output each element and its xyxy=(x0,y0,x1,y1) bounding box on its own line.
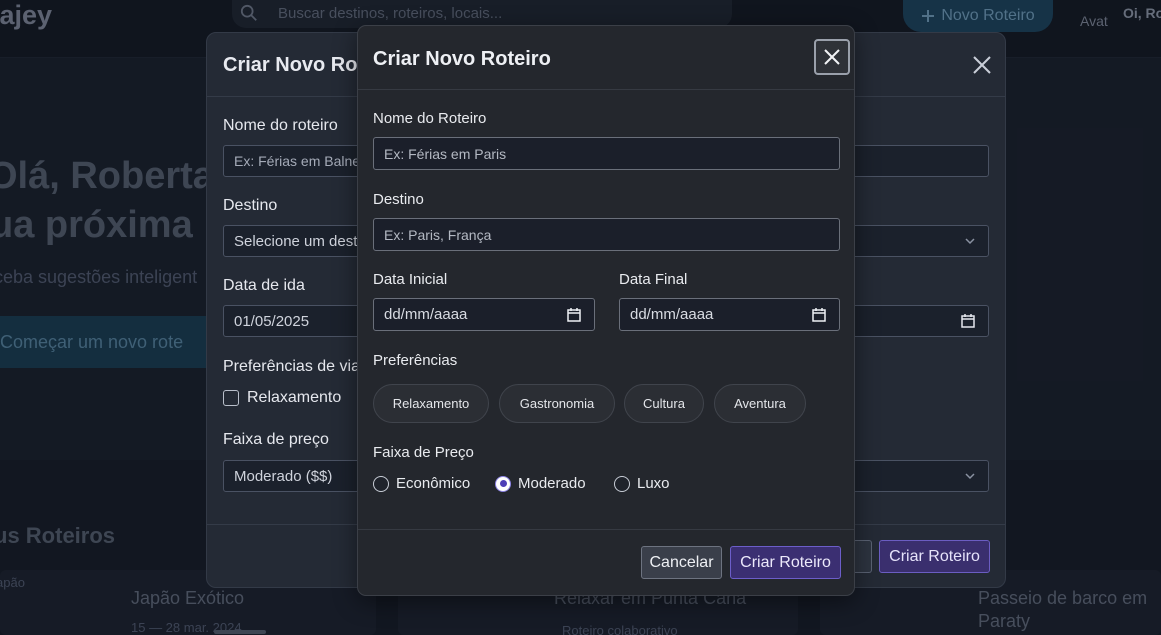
close-icon xyxy=(824,49,840,65)
start-date-input[interactable]: dd/mm/aaaa xyxy=(373,298,595,331)
end-date-label: Data Final xyxy=(619,271,688,288)
end-date-input[interactable]: dd/mm/aaaa xyxy=(619,298,840,331)
pref-chip-relaxamento[interactable]: Relaxamento xyxy=(373,384,489,423)
price-label: Faixa de Preço xyxy=(373,444,474,461)
radio-label-economico: Econômico xyxy=(396,475,471,492)
start-date-value: dd/mm/aaaa xyxy=(384,306,468,323)
footer-divider xyxy=(358,529,854,530)
preference-checkbox-row[interactable]: Relaxamento xyxy=(223,389,341,407)
divider xyxy=(358,89,854,90)
destination-label: Destino xyxy=(373,191,424,208)
price-option-moderado[interactable]: Moderado xyxy=(495,475,586,492)
name-label: Nome do roteiro xyxy=(223,117,338,134)
date-value: 01/05/2025 xyxy=(234,312,310,330)
end-date-value: dd/mm/aaaa xyxy=(630,306,714,323)
date-label: Data de ida xyxy=(223,277,305,294)
radio-economico[interactable] xyxy=(373,475,389,492)
name-placeholder: Ex: Férias em Paris xyxy=(384,145,507,162)
calendar-icon[interactable] xyxy=(960,313,976,329)
destination-placeholder: Ex: Paris, França xyxy=(384,226,492,243)
relax-checkbox-label: Relaxamento xyxy=(247,389,342,406)
create-itinerary-button[interactable]: Criar Roteiro xyxy=(730,546,841,579)
price-option-luxo[interactable]: Luxo xyxy=(614,475,670,492)
radio-moderado-selected[interactable] xyxy=(495,475,511,492)
pref-chip-aventura[interactable]: Aventura xyxy=(714,384,806,423)
destination-input[interactable]: Ex: Paris, França xyxy=(373,218,840,251)
close-button[interactable] xyxy=(814,39,850,75)
start-date-label: Data Inicial xyxy=(373,271,448,288)
preferences-label: Preferências xyxy=(373,352,458,369)
calendar-icon[interactable] xyxy=(566,307,582,323)
name-label: Nome do Roteiro xyxy=(373,110,487,127)
radio-label-moderado: Moderado xyxy=(518,475,586,492)
pref-chip-cultura[interactable]: Cultura xyxy=(624,384,704,423)
create-itinerary-modal: Criar Novo Roteiro Nome do Roteiro Ex: F… xyxy=(357,25,855,596)
create-itinerary-button[interactable]: Criar Roteiro xyxy=(879,540,990,573)
price-value: Moderado ($$) xyxy=(234,467,333,485)
chevron-down-icon xyxy=(965,473,975,480)
destination-value: Selecione um destino xyxy=(234,232,378,250)
relax-checkbox[interactable] xyxy=(223,390,239,406)
radio-luxo[interactable] xyxy=(614,475,630,492)
name-input[interactable]: Ex: Férias em Paris xyxy=(373,137,840,170)
pref-chip-gastronomia[interactable]: Gastronomia xyxy=(499,384,615,423)
radio-label-luxo: Luxo xyxy=(637,475,670,492)
price-label: Faixa de preço xyxy=(223,431,329,448)
calendar-icon[interactable] xyxy=(811,307,827,323)
cancel-button[interactable]: Cancelar xyxy=(641,546,722,579)
modal-title: Criar Novo Roteiro xyxy=(373,48,551,70)
destination-label: Destino xyxy=(223,197,278,214)
chevron-down-icon xyxy=(965,238,975,245)
price-option-economico[interactable]: Econômico xyxy=(373,475,470,492)
close-icon[interactable] xyxy=(969,52,995,78)
